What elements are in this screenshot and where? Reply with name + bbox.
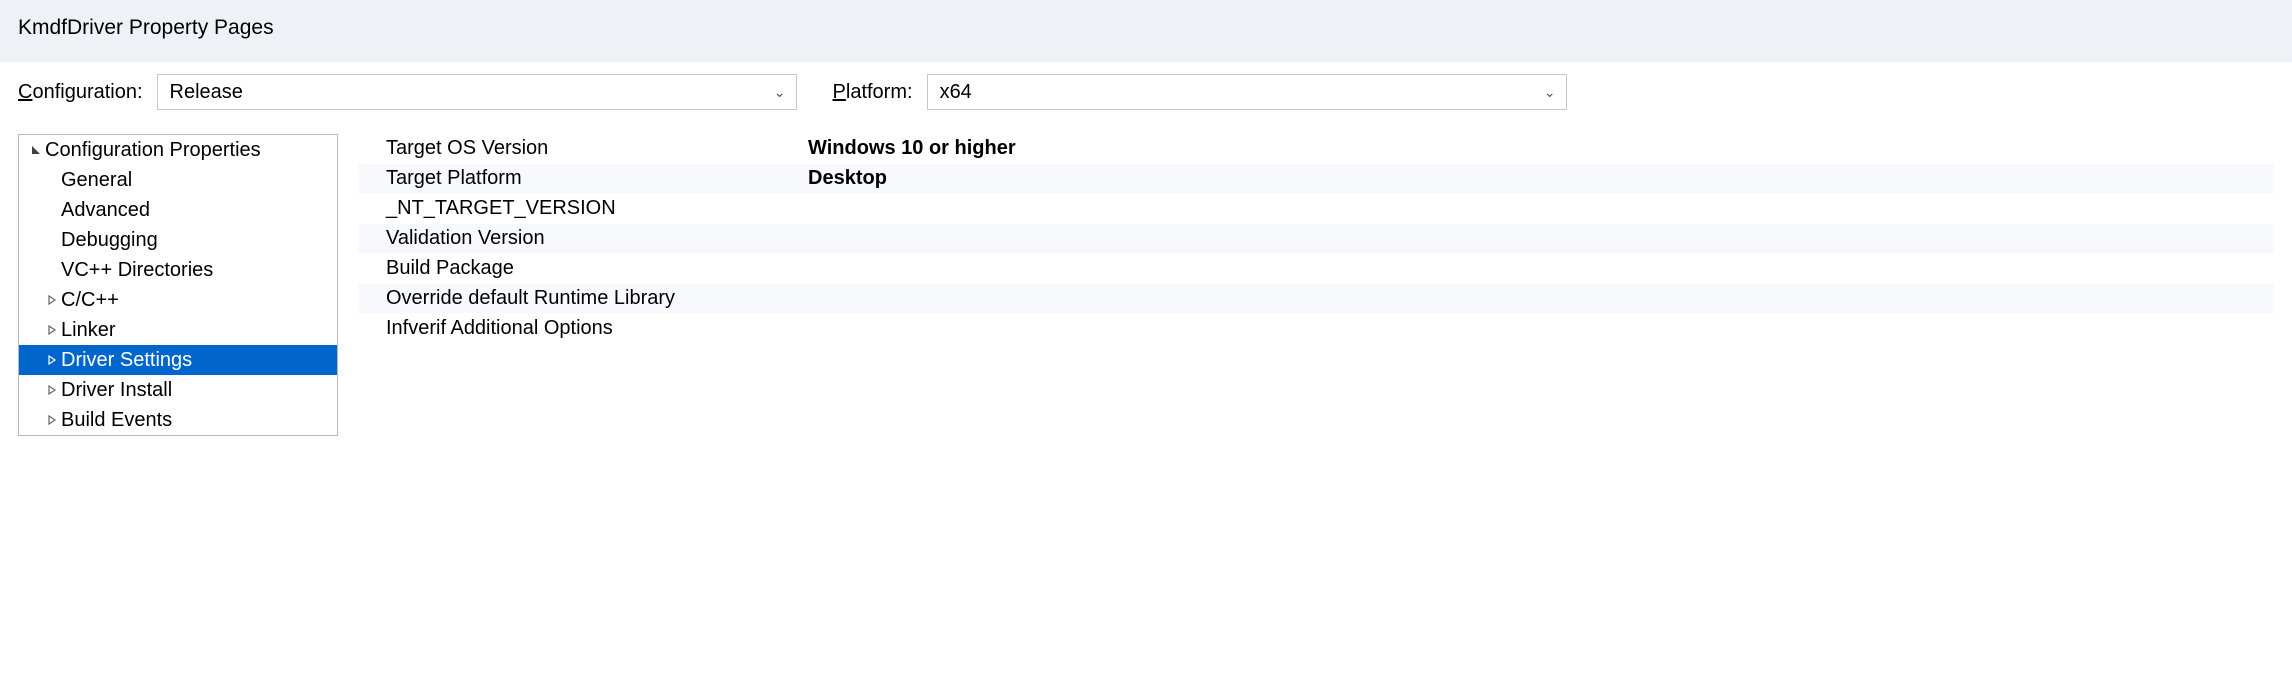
expander-collapse-icon <box>27 142 45 158</box>
expander-icon <box>43 292 61 308</box>
platform-value: x64 <box>940 81 972 104</box>
property-name: Target OS Version <box>358 137 808 160</box>
tree-item-label: General <box>61 169 132 192</box>
property-value[interactable]: Desktop <box>808 167 2274 190</box>
tree-item-debugging[interactable]: Debugging <box>19 225 337 255</box>
property-row[interactable]: Target OS VersionWindows 10 or higher <box>358 134 2274 164</box>
tree-item-advanced[interactable]: Advanced <box>19 195 337 225</box>
property-row[interactable]: Override default Runtime Library <box>358 284 2274 314</box>
tree-item-label: Build Events <box>61 409 172 432</box>
property-row[interactable]: Build Package <box>358 254 2274 284</box>
tree-item-label: Debugging <box>61 229 158 252</box>
tree-item-general[interactable]: General <box>19 165 337 195</box>
property-value[interactable]: Windows 10 or higher <box>808 137 2274 160</box>
property-name: Build Package <box>358 257 808 280</box>
platform-combobox[interactable]: x64 ⌄ <box>927 74 1567 110</box>
configuration-tree[interactable]: Configuration Properties General Advanced D… <box>18 134 338 436</box>
configuration-value: Release <box>170 81 243 104</box>
property-name: Target Platform <box>358 167 808 190</box>
platform-label: Platform: <box>833 81 913 104</box>
tree-item-linker[interactable]: Linker <box>19 315 337 345</box>
property-grid[interactable]: Target OS VersionWindows 10 or higherTar… <box>358 134 2274 344</box>
configuration-combobox[interactable]: Release ⌄ <box>157 74 797 110</box>
tree-item-driver-settings[interactable]: Driver Settings <box>19 345 337 375</box>
expander-icon <box>43 412 61 428</box>
tree-item-label: C/C++ <box>61 289 119 312</box>
tree-item-label: Driver Install <box>61 379 172 402</box>
tree-item-vc-directories[interactable]: VC++ Directories <box>19 255 337 285</box>
property-name: Override default Runtime Library <box>358 287 808 310</box>
tree-root-label: Configuration Properties <box>45 139 261 162</box>
tree-item-label: VC++ Directories <box>61 259 213 282</box>
window-title: KmdfDriver Property Pages <box>18 16 274 39</box>
chevron-down-icon: ⌄ <box>1544 84 1556 101</box>
chevron-down-icon: ⌄ <box>774 84 786 101</box>
property-name: Validation Version <box>358 227 808 250</box>
tree-item-build-events[interactable]: Build Events <box>19 405 337 435</box>
property-row[interactable]: _NT_TARGET_VERSION <box>358 194 2274 224</box>
tree-item-label: Driver Settings <box>61 349 192 372</box>
tree-item-driver-install[interactable]: Driver Install <box>19 375 337 405</box>
property-row[interactable]: Infverif Additional Options <box>358 314 2274 344</box>
configuration-label: Configuration: <box>18 81 143 104</box>
tree-item-label: Linker <box>61 319 115 342</box>
tree-root[interactable]: Configuration Properties <box>19 135 337 165</box>
window-title-bar: KmdfDriver Property Pages <box>0 0 2292 62</box>
property-name: _NT_TARGET_VERSION <box>358 197 808 220</box>
expander-icon <box>43 322 61 338</box>
property-row[interactable]: Validation Version <box>358 224 2274 254</box>
expander-icon <box>43 382 61 398</box>
expander-icon <box>43 352 61 368</box>
tree-item-c-c-[interactable]: C/C++ <box>19 285 337 315</box>
tree-item-label: Advanced <box>61 199 150 222</box>
property-row[interactable]: Target PlatformDesktop <box>358 164 2274 194</box>
property-name: Infverif Additional Options <box>358 317 808 340</box>
config-platform-row: Configuration: Release ⌄ Platform: x64 ⌄ <box>0 62 2292 124</box>
